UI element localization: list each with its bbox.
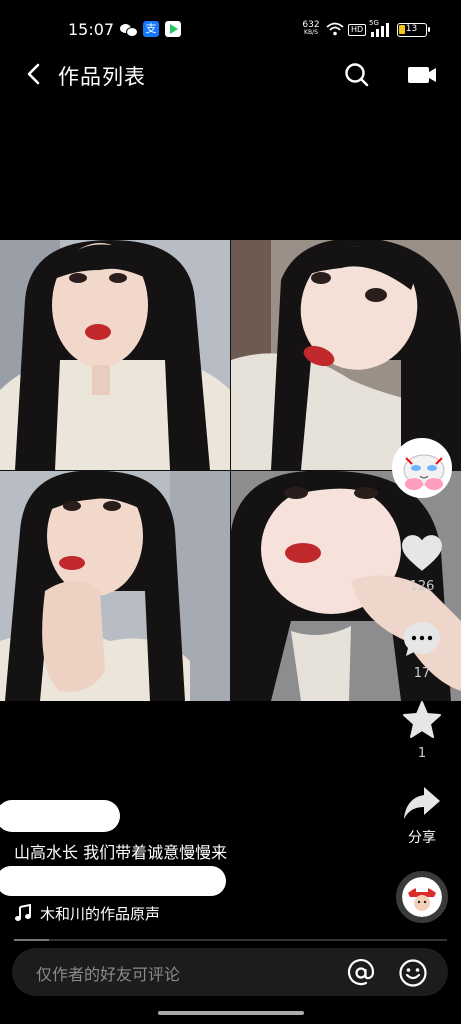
photo-3 bbox=[0, 471, 230, 701]
comment-icon bbox=[404, 622, 440, 656]
top-nav: 作品列表 bbox=[0, 50, 461, 100]
favorite-button[interactable]: 1 bbox=[396, 700, 448, 761]
music-title: 木和川的作品原声 bbox=[40, 904, 161, 923]
comment-button[interactable]: 17 bbox=[396, 620, 448, 681]
music-disc[interactable] bbox=[396, 871, 448, 923]
at-mention-icon[interactable] bbox=[346, 958, 376, 988]
star-icon bbox=[403, 701, 441, 738]
author-avatar[interactable] bbox=[392, 438, 452, 498]
like-button[interactable]: 126 bbox=[396, 535, 448, 594]
post-caption: 山高水长 我们带着诚意慢慢来 bbox=[14, 843, 228, 862]
battery-icon: 13 bbox=[397, 23, 430, 37]
alipay-icon: 支 bbox=[143, 21, 159, 37]
comment-placeholder: 仅作者的好友可评论 bbox=[36, 965, 181, 984]
share-icon bbox=[404, 787, 440, 819]
share-label: 分享 bbox=[408, 830, 436, 846]
back-icon[interactable] bbox=[22, 62, 46, 86]
wechat-icon bbox=[120, 21, 138, 37]
photo-2 bbox=[231, 240, 461, 470]
camera-icon[interactable] bbox=[406, 64, 438, 86]
page-title: 作品列表 bbox=[58, 65, 146, 89]
progress-fill bbox=[14, 939, 49, 941]
network-speed: 632 KB/S bbox=[302, 20, 320, 37]
photo-1 bbox=[0, 240, 230, 470]
redacted-username bbox=[0, 800, 120, 832]
heart-icon bbox=[402, 535, 442, 571]
search-icon[interactable] bbox=[344, 62, 370, 88]
comment-count: 17 bbox=[413, 666, 431, 681]
emoji-icon[interactable] bbox=[398, 958, 428, 988]
like-count: 126 bbox=[409, 579, 435, 594]
redacted-text bbox=[0, 866, 226, 896]
play-icon bbox=[165, 21, 181, 37]
comment-bar[interactable]: 仅作者的好友可评论 bbox=[12, 948, 448, 996]
share-button[interactable]: 分享 bbox=[396, 785, 448, 847]
clock: 15:07 bbox=[68, 20, 115, 39]
wifi-icon bbox=[326, 22, 344, 36]
home-indicator[interactable] bbox=[158, 1011, 304, 1015]
music-note-icon bbox=[15, 904, 31, 921]
signal-icon: 5G bbox=[369, 19, 393, 37]
favorite-count: 1 bbox=[417, 746, 427, 761]
hd-badge: HD bbox=[348, 24, 367, 36]
music-info[interactable]: 木和川的作品原声 bbox=[14, 902, 160, 924]
progress-bar[interactable] bbox=[14, 939, 447, 941]
